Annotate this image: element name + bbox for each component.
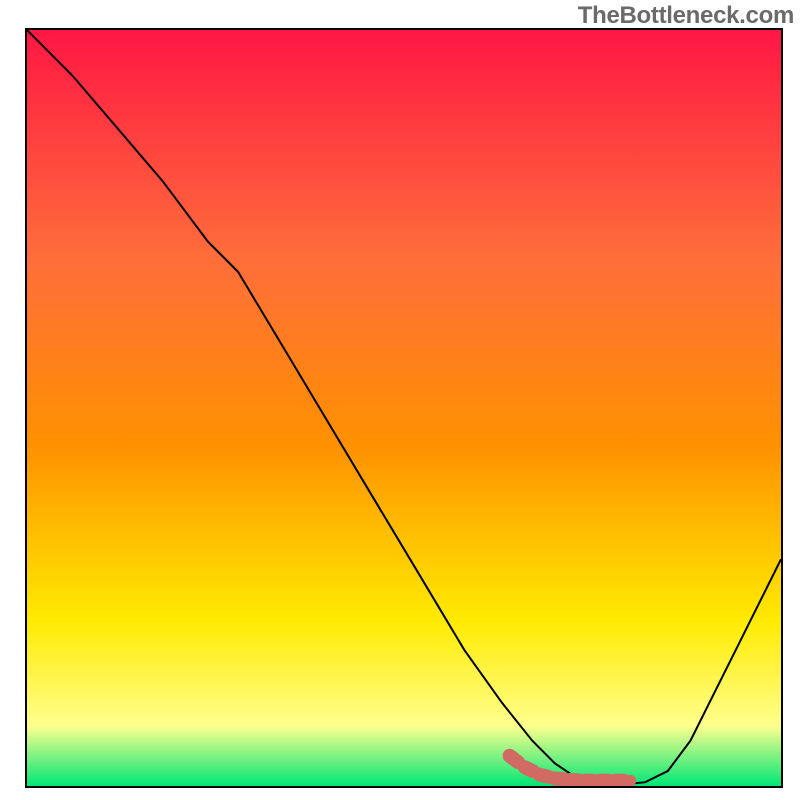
dotted-segment — [525, 767, 533, 771]
plot-area — [25, 28, 783, 788]
watermark-text: TheBottleneck.com — [578, 2, 794, 30]
dotted-segment — [510, 756, 518, 762]
dotted-segment — [555, 778, 563, 779]
dotted-segment — [540, 775, 548, 777]
gradient-background — [27, 30, 781, 786]
chart-svg — [27, 30, 781, 786]
chart-frame: TheBottleneck.com — [0, 0, 800, 800]
